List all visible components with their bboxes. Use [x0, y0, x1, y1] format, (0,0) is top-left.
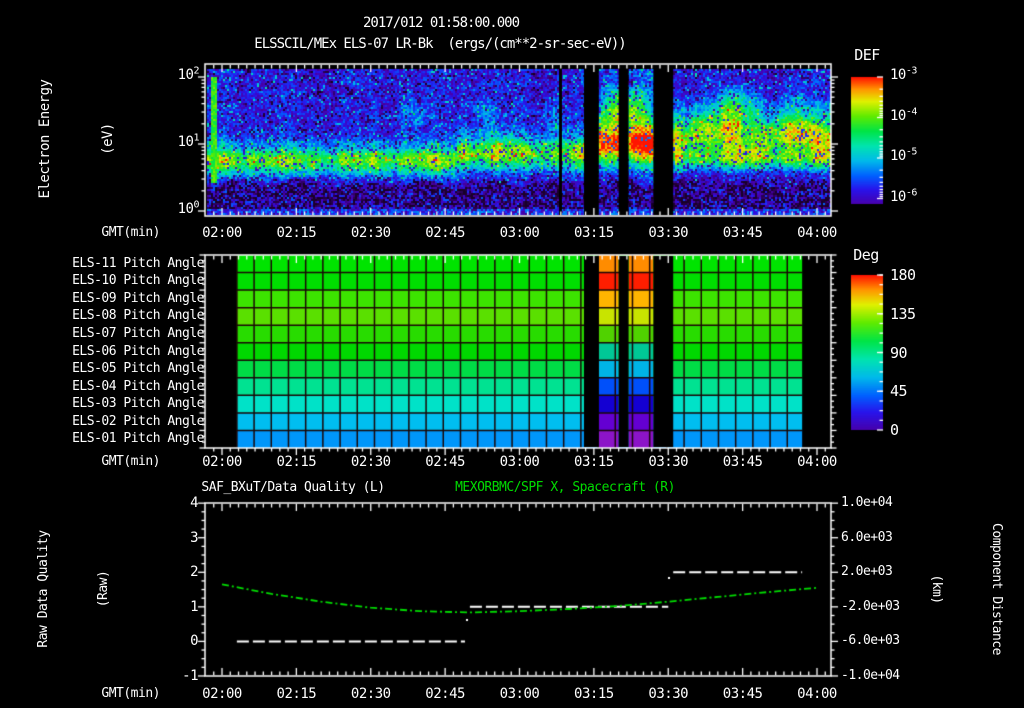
colorbar1-tick-3-exp: -6	[905, 186, 918, 198]
panel3-right-y-tick-4: -6.0e+03	[841, 633, 900, 649]
panel1-x-tick-02-15: 02:15	[276, 225, 317, 241]
panel3-x-tick-04-00: 04:00	[797, 686, 837, 702]
panel3-right-y-tick-0: 1.0e+04	[841, 495, 893, 511]
colorbar2-tick-0: 180	[890, 266, 916, 284]
panel1-x-tick-03-00: 03:00	[499, 225, 540, 241]
colorbar2-tick-3: 45	[890, 382, 908, 401]
panel2-row-label-3: ELS-03 Pitch Angle	[72, 396, 204, 412]
panel3-left-y-axis-label-line1: Raw Data Quality	[36, 530, 51, 648]
colorbar1-tick-3-base: 10	[890, 188, 906, 205]
panel3-x-tick-02-15: 02:15	[276, 686, 317, 702]
panel1-x-tick-02-30: 02:30	[350, 225, 391, 241]
panel3-left-y-axis-label-line2: (Raw)	[96, 570, 111, 608]
colorbar1-tick-2: 10-5	[890, 146, 918, 164]
panel2-x-tick-03-30: 03:30	[648, 454, 689, 470]
panel1-y-tick-1-base: 10	[177, 134, 194, 150]
colorbar1-tick-0-exp: -3	[905, 65, 918, 77]
colorbar1-tick-0-base: 10	[890, 67, 906, 83]
panel1-x-tick-04-00: 04:00	[797, 225, 837, 241]
colorbar2-tick-4: 0	[890, 421, 899, 439]
panel3-right-y-tick-3: -2.0e+03	[841, 598, 900, 614]
panel3-left-y-tick-1: 3	[190, 529, 198, 546]
panel1-y-tick-0: 102	[139, 65, 200, 83]
panel1-y-tick-2-base: 10	[177, 201, 194, 217]
panel1-y-tick-2-exp: 0	[193, 199, 199, 211]
panel3-right-y-tick-2: 2.0e+03	[841, 564, 893, 580]
panel2-x-tick-02-15: 02:15	[276, 454, 317, 470]
panel2-row-label-7: ELS-07 Pitch Angle	[72, 325, 204, 341]
panel2-row-label-1: ELS-01 Pitch Angle	[72, 431, 204, 447]
panel3-right-y-axis-label: Component Distance (km)	[886, 523, 1024, 655]
colorbar1-tick-1-base: 10	[890, 107, 906, 124]
panel1-y-tick-1-exp: 1	[193, 132, 199, 144]
panel2-x-tick-03-00: 03:00	[499, 454, 540, 470]
panel2-x-axis-label: GMT(min)	[101, 454, 160, 469]
colorbar1-tick-1: 10-4	[890, 105, 918, 124]
colorbar1-tick-1-exp: -4	[905, 105, 918, 117]
panel1-x-tick-03-15: 03:15	[574, 225, 614, 241]
panel3-right-y-tick-1: 6.0e+03	[841, 529, 893, 545]
panel3-x-axis-label: GMT(min)	[101, 686, 160, 701]
panel3-x-tick-03-00: 03:00	[499, 686, 540, 702]
panel3-x-tick-02-30: 02:30	[350, 686, 391, 702]
panel1-y-tick-0-exp: 2	[193, 65, 199, 77]
plot-screen: 2017/012 01:58:00.000 ELSSCIL/MEx ELS-07…	[0, 0, 1024, 708]
panel3-right-y-axis-label-line2: (km)	[929, 574, 944, 604]
panel2-row-label-9: ELS-09 Pitch Angle	[72, 290, 204, 306]
panel1-y-tick-2: 100	[139, 199, 200, 217]
panel3-left-y-tick-2: 2	[190, 564, 198, 581]
panel2-x-tick-02-30: 02:30	[350, 454, 391, 470]
panel1-x-axis-label: GMT(min)	[101, 225, 160, 240]
colorbar1-tick-2-exp: -5	[905, 146, 918, 158]
panel3-x-tick-03-30: 03:30	[648, 686, 689, 702]
panel2-x-tick-02-45: 02:45	[425, 454, 465, 470]
panel3-x-tick-02-00: 02:00	[202, 686, 242, 702]
panel3-x-tick-02-45: 02:45	[425, 686, 465, 702]
panel2-row-label-11: ELS-11 Pitch Angle	[72, 255, 204, 271]
panel3-left-y-tick-0: 4	[190, 495, 198, 512]
panel3-left-title: SAF_BXuT/Data Quality (L)	[201, 480, 385, 495]
panel3-left-y-tick-3: 1	[190, 598, 198, 615]
instrument-title: ELSSCIL/MEx ELS-07 LR-Bk (ergs/(cm**2-sr…	[254, 36, 626, 52]
colorbar1-tick-0: 10-3	[890, 65, 918, 83]
panel2-x-tick-03-45: 03:45	[722, 454, 763, 470]
panel2-row-label-2: ELS-02 Pitch Angle	[72, 413, 204, 429]
colorbar1-tick-2-base: 10	[890, 148, 906, 164]
panel3-left-y-tick-5: -1	[182, 667, 198, 684]
panel3-right-y-axis-label-line1: Component Distance	[989, 523, 1004, 655]
panel1-y-tick-0-base: 10	[177, 67, 194, 83]
panel1-x-tick-03-30: 03:30	[648, 225, 689, 241]
panel1-x-tick-03-45: 03:45	[722, 225, 763, 241]
panel3-right-title: MEXORBMC/SPF X, Spacecraft (R)	[455, 480, 675, 495]
panel3-right-y-tick-5: -1.0e+04	[841, 667, 900, 683]
panel2-row-label-6: ELS-06 Pitch Angle	[72, 343, 204, 359]
panel2-row-label-8: ELS-08 Pitch Angle	[72, 308, 204, 324]
panel1-y-axis-label-line2: (eV)	[100, 123, 116, 155]
colorbar1-title: DEF	[854, 46, 880, 64]
panel3-left-y-axis-label: Raw Data Quality (Raw)	[0, 530, 154, 647]
panel1-x-tick-02-00: 02:00	[202, 225, 242, 241]
colorbar2-tick-1: 135	[890, 304, 916, 323]
panel1-y-tick-1: 101	[139, 132, 200, 150]
panel2-x-tick-02-00: 02:00	[202, 454, 242, 470]
panel2-row-label-10: ELS-10 Pitch Angle	[72, 273, 204, 289]
panel2-x-tick-04-00: 04:00	[797, 454, 837, 470]
panel2-x-tick-03-15: 03:15	[574, 454, 614, 470]
panel3-x-tick-03-15: 03:15	[574, 686, 614, 702]
panel1-y-axis-label-line1: Electron Energy	[37, 79, 53, 199]
colorbar1-tick-3: 10-6	[890, 186, 918, 205]
panel1-x-tick-02-45: 02:45	[425, 225, 465, 241]
colorbar2-tick-2: 90	[890, 343, 908, 362]
panel3-x-tick-03-45: 03:45	[722, 686, 763, 702]
colorbar2-title: Deg	[853, 246, 879, 264]
panel1-y-axis-label: Electron Energy (eV)	[0, 80, 161, 199]
panel3-left-y-tick-4: 0	[190, 633, 198, 650]
timestamp-title: 2017/012 01:58:00.000	[362, 15, 520, 31]
panel2-row-label-5: ELS-05 Pitch Angle	[72, 361, 204, 377]
panel2-row-label-4: ELS-04 Pitch Angle	[72, 378, 204, 394]
